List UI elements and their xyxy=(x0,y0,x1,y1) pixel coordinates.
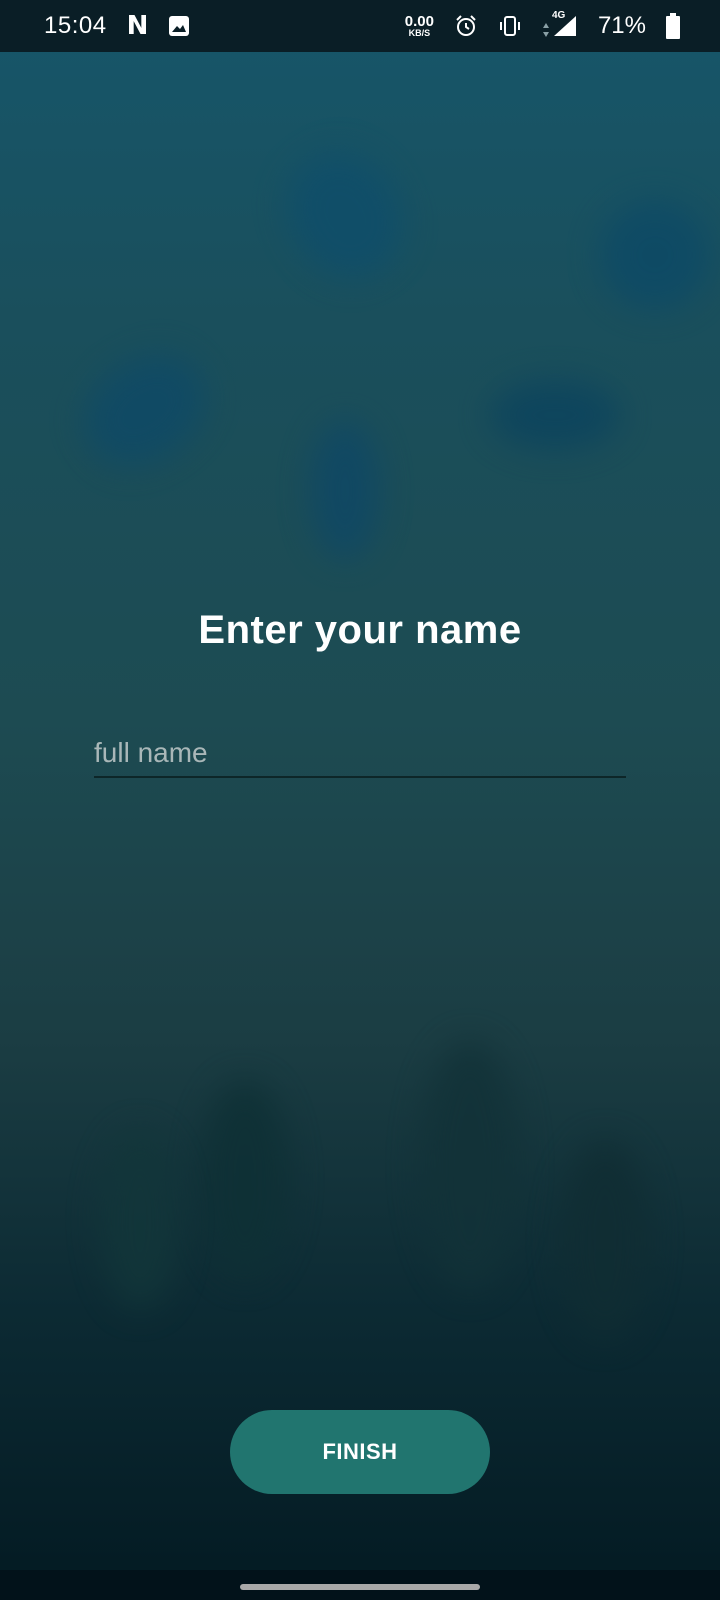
full-name-input[interactable] xyxy=(94,730,626,778)
status-bar: 15:04 N 0.00 KB/S 4G 71% xyxy=(0,0,720,52)
signal-icon: 4G xyxy=(552,10,578,38)
status-time: 15:04 xyxy=(44,12,107,39)
alarm-icon xyxy=(454,14,478,38)
battery-icon xyxy=(666,13,680,39)
home-gesture-handle[interactable] xyxy=(240,1584,480,1590)
netflix-notification-icon: N xyxy=(126,11,149,41)
page-title: Enter your name xyxy=(198,608,522,652)
finish-button[interactable]: FINISH xyxy=(230,1410,490,1494)
vibrate-icon xyxy=(498,14,522,38)
network-speed: 0.00 KB/S xyxy=(404,13,434,38)
gallery-notification-icon xyxy=(168,15,190,37)
name-entry-screen: 15:04 N 0.00 KB/S 4G 71% Enter your name… xyxy=(0,0,720,1600)
data-arrows-icon xyxy=(542,23,549,37)
signal-group: 4G xyxy=(542,10,578,38)
battery-percent: 71% xyxy=(597,12,646,39)
